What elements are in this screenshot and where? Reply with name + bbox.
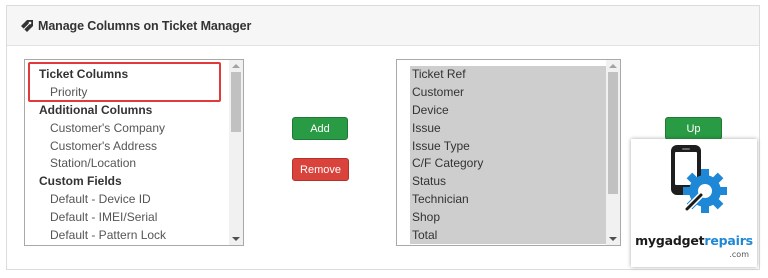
list-option[interactable]: Customer's Company bbox=[25, 120, 229, 138]
list-option[interactable]: Default - IMEI/Serial bbox=[25, 209, 229, 227]
list-option[interactable]: Default - Pattern Lock bbox=[25, 227, 229, 245]
option-group-label: Custom Fields bbox=[39, 174, 122, 189]
option-group-label: Additional Columns bbox=[39, 102, 153, 117]
add-button[interactable]: Add bbox=[292, 117, 348, 140]
scrollbar-thumb[interactable] bbox=[231, 72, 241, 132]
selected-columns-scrollbar[interactable] bbox=[606, 60, 620, 245]
list-option[interactable]: C/F Category bbox=[410, 155, 606, 173]
logo-text-blue: repairs bbox=[704, 233, 753, 248]
list-option[interactable]: Issue Type bbox=[410, 138, 606, 156]
list-option[interactable]: Status bbox=[410, 173, 606, 191]
list-option[interactable]: Technician bbox=[410, 191, 606, 209]
tag-icon bbox=[21, 19, 33, 32]
list-option[interactable]: Customer's Address bbox=[25, 138, 229, 156]
mygadgetrepairs-logo: mygadgetrepairs .com bbox=[631, 139, 757, 267]
list-option[interactable]: Total bbox=[410, 227, 606, 245]
selected-columns-list[interactable]: Ticket Ref Customer Device Issue Issue Type C… bbox=[396, 59, 621, 246]
list-option[interactable]: Station/Location bbox=[25, 155, 229, 173]
logo-text-dark: mygadget bbox=[635, 233, 705, 248]
logo-suffix: .com bbox=[729, 250, 749, 259]
remove-button[interactable]: Remove bbox=[292, 158, 349, 181]
list-option[interactable]: Issue bbox=[410, 120, 606, 138]
scrollbar-thumb[interactable] bbox=[608, 72, 618, 194]
highlight-annotation-box bbox=[28, 62, 221, 102]
available-columns-scrollbar[interactable] bbox=[229, 60, 243, 245]
list-option[interactable]: Ticket Ref bbox=[410, 66, 606, 84]
list-option[interactable]: Device bbox=[410, 102, 606, 120]
logo-wordmark: mygadgetrepairs bbox=[631, 233, 757, 248]
scroll-down-arrow-icon[interactable] bbox=[232, 237, 240, 241]
list-option[interactable]: Default - Device ID bbox=[25, 191, 229, 209]
scroll-down-arrow-icon[interactable] bbox=[609, 237, 617, 241]
selected-columns-options: Ticket Ref Customer Device Issue Issue Type C… bbox=[410, 66, 606, 244]
scroll-up-arrow-icon[interactable] bbox=[609, 64, 617, 68]
up-button[interactable]: Up bbox=[665, 117, 722, 140]
panel-title: Manage Columns on Ticket Manager bbox=[38, 18, 252, 33]
list-option[interactable]: Shop bbox=[410, 209, 606, 227]
scroll-up-arrow-icon[interactable] bbox=[232, 64, 240, 68]
list-option[interactable]: Customer bbox=[410, 84, 606, 102]
phone-gear-logo-icon bbox=[671, 145, 727, 213]
panel-header: Manage Columns on Ticket Manager bbox=[7, 6, 759, 46]
